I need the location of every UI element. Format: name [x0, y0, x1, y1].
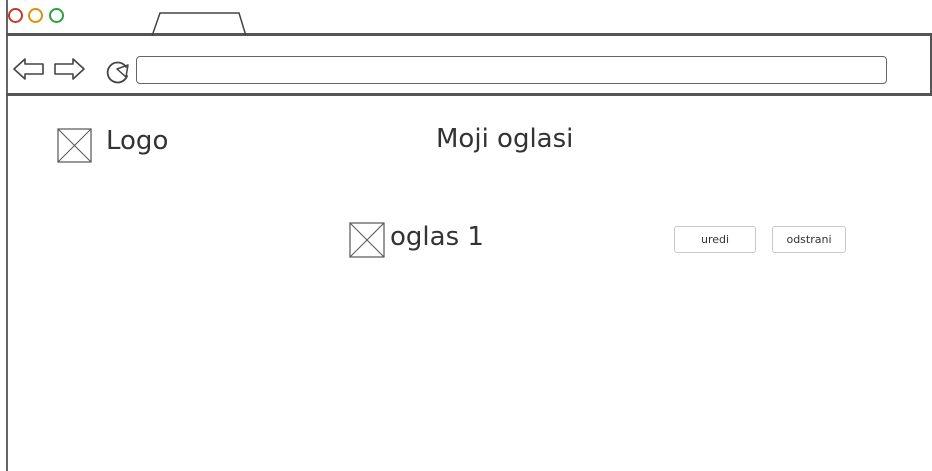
reload-icon[interactable] — [104, 57, 134, 85]
browser-title-bar — [6, 0, 932, 36]
ad-title[interactable]: oglas 1 — [390, 222, 484, 252]
ad-image-placeholder — [349, 222, 385, 258]
logo-image-placeholder — [57, 128, 92, 163]
back-arrow-icon[interactable] — [12, 57, 46, 81]
minimize-window-button[interactable] — [28, 8, 43, 23]
forward-arrow-icon[interactable] — [52, 57, 86, 81]
page-title: Moji oglasi — [436, 124, 574, 154]
close-window-button[interactable] — [8, 8, 23, 23]
maximize-window-button[interactable] — [49, 8, 64, 23]
logo-label: Logo — [106, 126, 169, 156]
address-bar[interactable] — [136, 56, 887, 84]
browser-tab[interactable] — [150, 12, 246, 36]
edit-ad-button[interactable]: uredi — [674, 226, 756, 253]
remove-ad-button[interactable]: odstrani — [772, 226, 846, 253]
